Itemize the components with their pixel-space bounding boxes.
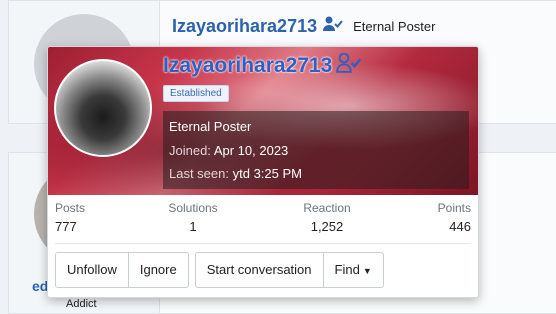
caret-down-icon: ▼ — [362, 266, 372, 276]
stat-label: Reaction — [303, 201, 351, 215]
stat-value[interactable]: 777 — [55, 219, 85, 234]
find-dropdown-button[interactable]: Find ▼ — [324, 253, 383, 287]
stat-label: Posts — [55, 201, 86, 215]
stat-value: 1,252 — [310, 219, 344, 234]
last-seen-row: Last seen: ytd 3:25 PM — [169, 166, 302, 181]
user-check-icon — [336, 52, 362, 78]
follow-ignore-group: Unfollow Ignore — [55, 252, 189, 288]
username-link[interactable]: Izayaorihara2713 — [172, 16, 317, 37]
avatar[interactable] — [54, 59, 152, 157]
joined-label: Joined: — [169, 143, 211, 158]
member-title: Eternal Poster — [169, 119, 252, 134]
member-tooltip: Izayaorihara2713 Established Eternal Pos… — [47, 46, 479, 298]
last-seen-value[interactable]: ytd 3:25 PM — [233, 166, 302, 181]
find-label: Find — [334, 262, 360, 277]
member-info: Eternal Poster Joined: Apr 10, 2023 Last… — [163, 111, 469, 189]
username-link[interactable]: ed — [32, 278, 48, 294]
ignore-button[interactable]: Ignore — [129, 253, 188, 287]
stat-label: Points — [437, 201, 471, 215]
status-badge: Established — [163, 85, 229, 102]
member-stats: Posts 777 Solutions 1 Reaction 1,252 Poi… — [48, 201, 478, 241]
last-seen-label: Last seen: — [169, 166, 229, 181]
stat-solutions: Solutions 1 — [168, 201, 218, 234]
tooltip-username-row: Izayaorihara2713 — [163, 52, 362, 78]
member-actions: Unfollow Ignore Start conversation Find ▼ — [55, 252, 384, 288]
divider — [55, 243, 471, 244]
joined-row: Joined: Apr 10, 2023 — [169, 143, 288, 158]
stat-reaction: Reaction 1,252 — [298, 201, 356, 234]
conversation-find-group: Start conversation Find ▼ — [194, 252, 384, 288]
unfollow-button[interactable]: Unfollow — [56, 253, 129, 287]
stat-value[interactable]: 446 — [438, 219, 471, 234]
stat-label: Solutions — [168, 201, 218, 215]
stat-posts: Posts 777 — [55, 201, 85, 234]
start-conversation-button[interactable]: Start conversation — [196, 253, 324, 287]
stat-points: Points 446 — [438, 201, 471, 234]
stat-value: 1 — [189, 219, 197, 234]
post-author-row: Izayaorihara2713 Eternal Poster — [172, 16, 435, 37]
user-title: Addict — [66, 298, 97, 310]
user-check-icon — [323, 16, 343, 37]
user-title: Eternal Poster — [353, 19, 436, 34]
joined-value: Apr 10, 2023 — [213, 143, 289, 158]
username-link[interactable]: Izayaorihara2713 — [163, 54, 332, 78]
